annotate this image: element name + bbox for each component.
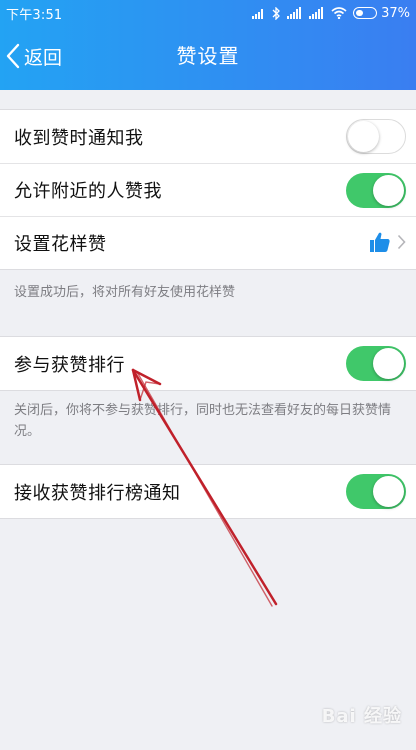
row-ranking-notify[interactable]: 接收获赞排行榜通知 <box>0 465 416 518</box>
battery-icon <box>353 7 378 19</box>
row-label: 参与获赞排行 <box>14 354 125 376</box>
row-label: 允许附近的人赞我 <box>14 181 162 202</box>
chevron-right-icon <box>397 234 406 250</box>
row-notify-on-like[interactable]: 收到赞时通知我 <box>0 110 416 163</box>
header-bar: 下午3:51 37% 返回 赞设置 <box>0 0 416 90</box>
status-time: 下午3:51 <box>6 7 63 23</box>
ranking-toggle[interactable] <box>346 346 406 381</box>
battery-indicator: 37% <box>353 6 410 21</box>
fancy-like-note: 设置成功后，将对所有好友使用花样赞 <box>14 285 236 300</box>
bluetooth-icon <box>272 6 281 20</box>
nav-bar: 返回 赞设置 <box>0 26 416 86</box>
settings-group-ranking-notify: 接收获赞排行榜通知 <box>0 465 416 518</box>
battery-percent: 37% <box>381 5 410 21</box>
row-label: 设置花样赞 <box>14 234 107 255</box>
row-ranking[interactable]: 参与获赞排行 <box>0 337 416 390</box>
notify-on-like-toggle[interactable] <box>346 119 406 154</box>
settings-group-ranking: 参与获赞排行 <box>0 337 416 390</box>
row-label: 收到赞时通知我 <box>14 127 144 149</box>
status-bar: 下午3:51 37% <box>0 0 416 26</box>
divider <box>0 390 416 391</box>
signal-icon <box>252 9 264 19</box>
divider <box>0 518 416 519</box>
divider <box>0 269 416 270</box>
thumbs-up-icon <box>370 232 390 252</box>
ranking-notify-toggle[interactable] <box>346 474 406 509</box>
signal-icon-3 <box>309 7 324 19</box>
settings-group-main: 收到赞时通知我 允许附近的人赞我 设置花样赞 <box>0 110 416 269</box>
baidu-watermark: Bai 经验 <box>321 706 402 727</box>
row-label: 接收获赞排行榜通知 <box>14 482 181 504</box>
row-allow-nearby[interactable]: 允许附近的人赞我 <box>0 163 416 216</box>
status-icons: 37% <box>252 6 410 21</box>
allow-nearby-toggle[interactable] <box>346 173 406 208</box>
ranking-note: 关闭后，你将不参与获赞排行，同时也无法查看好友的每日获赞情况。 <box>14 403 392 439</box>
signal-icon-2 <box>287 7 302 19</box>
page-title: 赞设置 <box>176 44 240 68</box>
wifi-icon <box>331 7 347 19</box>
row-fancy-like[interactable]: 设置花样赞 <box>0 216 416 269</box>
fancy-like-indicator <box>369 231 406 253</box>
